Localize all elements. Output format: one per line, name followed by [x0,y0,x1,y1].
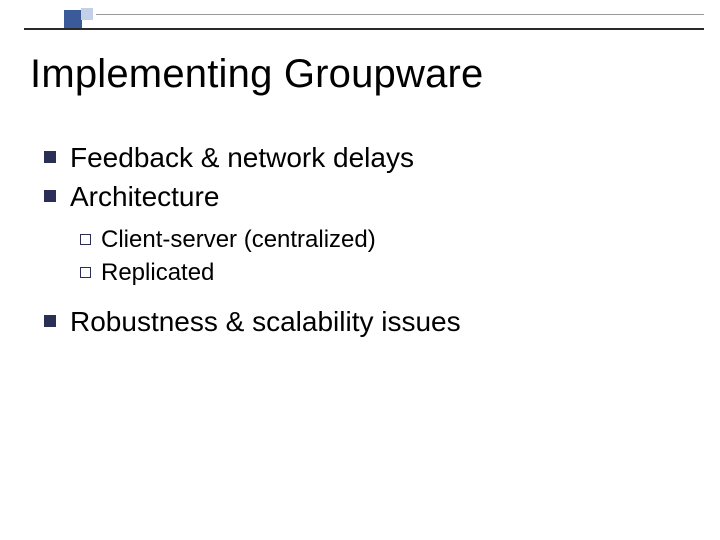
rule-top [96,14,704,15]
square-bullet-icon [44,190,56,202]
bullet-level2: Client-server (centralized) [80,224,680,255]
hollow-square-bullet-icon [80,267,91,278]
square-dark-icon [64,10,82,28]
slide: Implementing Groupware Feedback & networ… [0,0,720,540]
bullet-level2: Replicated [80,257,680,288]
bullet-level1: Feedback & network delays [44,140,680,175]
slide-body: Feedback & network delays Architecture C… [44,140,680,343]
bullet-level1: Robustness & scalability issues [44,304,680,339]
square-bullet-icon [44,315,56,327]
sub-bullet-group: Client-server (centralized) Replicated [80,224,680,288]
hollow-square-bullet-icon [80,234,91,245]
rule-bottom [24,28,704,30]
header-decoration [24,8,704,32]
bullet-level1: Architecture [44,179,680,214]
bullet-text: Client-server (centralized) [101,224,376,255]
bullet-text: Robustness & scalability issues [70,304,461,339]
square-light-icon [81,8,93,20]
slide-title: Implementing Groupware [30,52,484,97]
square-bullet-icon [44,151,56,163]
bullet-text: Feedback & network delays [70,140,414,175]
bullet-text: Replicated [101,257,214,288]
bullet-text: Architecture [70,179,219,214]
